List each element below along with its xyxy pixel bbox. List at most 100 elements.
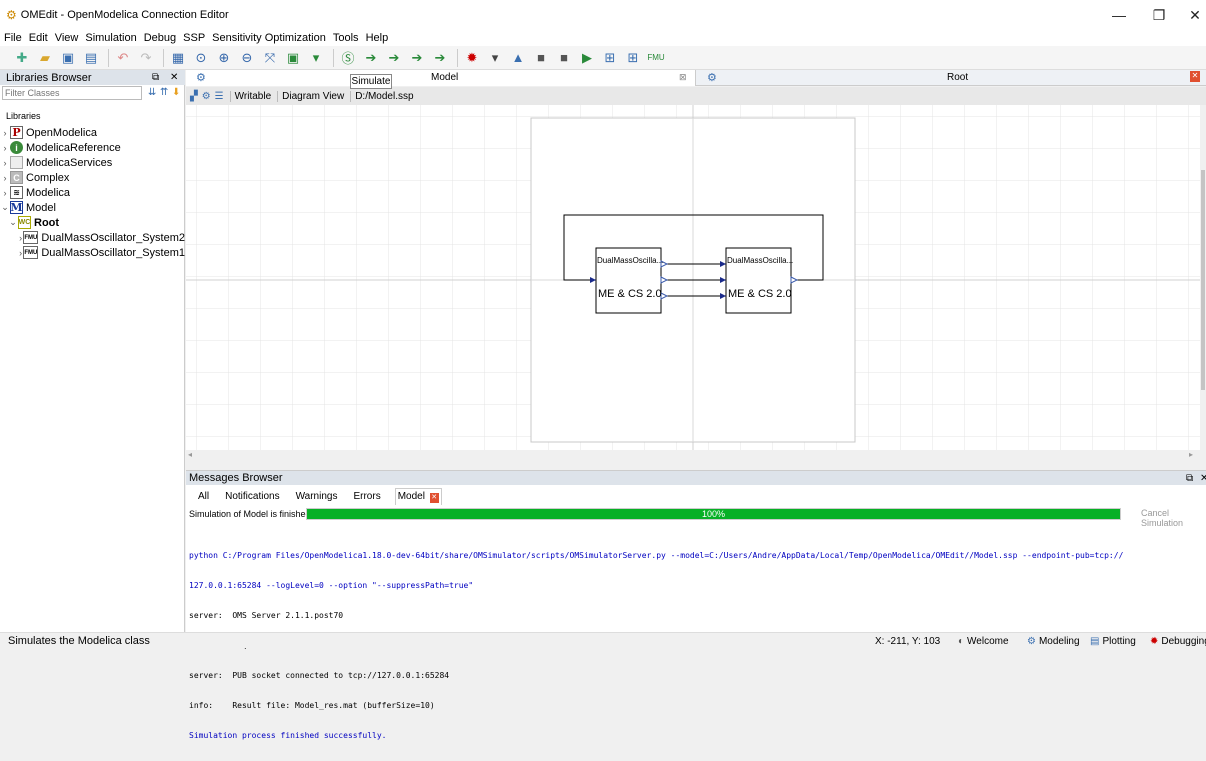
save-icon[interactable]: ▣ [58,48,78,68]
chevron-down-icon[interactable]: ⌄ [0,202,10,213]
tab-root[interactable]: ⚙ Root ✕ [697,70,1206,86]
tree-item-openmodelica[interactable]: › P OpenModelica [0,125,185,140]
menu-sensitivity[interactable]: Sensitivity Optimization [212,32,326,44]
menu-tools[interactable]: Tools [333,32,359,44]
new-file-icon[interactable]: ✚ [12,48,32,68]
tab-close-icon[interactable]: ⊠ [679,72,687,83]
filter-classes-input[interactable] [2,86,142,100]
check-icon[interactable]: ▾ [306,48,326,68]
float-icon[interactable]: ⧉ [152,72,159,83]
info-icon: i [10,141,23,154]
block1-name[interactable]: DualMassOscilla... [597,256,663,265]
fmu-icon[interactable]: FMU [646,48,666,68]
tree-item-label: DualMassOscillator_System1 [41,246,185,259]
chevron-right-icon[interactable]: › [0,128,10,138]
menu-debug[interactable]: Debug [144,32,176,44]
export-icon[interactable]: ⊞ [600,48,620,68]
grid-icon[interactable]: ▦ [168,48,188,68]
perspective-plotting[interactable]: ▤ Plotting [1090,633,1136,649]
debugger-icon[interactable]: ✹ [462,48,482,68]
close-panel-icon[interactable]: ✕ [1200,473,1206,484]
zoom-in-icon[interactable]: ⊕ [214,48,234,68]
connect-mode-icon[interactable]: ▣ [283,48,303,68]
parametric-plot-icon[interactable]: ■ [554,48,574,68]
tab-notifications[interactable]: Notifications [223,489,281,504]
simulate-debug-icon[interactable]: ➔ [384,48,404,68]
dropdown-icon[interactable]: ▾ [485,48,505,68]
perspective-label: Modeling [1038,635,1080,647]
vertical-scrollbar[interactable] [1200,105,1206,450]
horizontal-scrollbar[interactable]: ◂ ▸ [186,450,1200,462]
menu-ssp[interactable]: SSP [183,32,205,44]
tree-item-system2[interactable]: › FMU DualMassOscillator_System2 [0,230,185,245]
tab-model[interactable]: ⚙ Model ⊠ [186,70,696,86]
zoom-reset-icon[interactable]: ⊙ [191,48,211,68]
expand-all-icon[interactable]: ⇊ [148,87,156,98]
tab-close-icon[interactable]: ✕ [429,492,439,503]
import-icon[interactable]: ⊞ [623,48,643,68]
menu-simulation[interactable]: Simulation [85,32,136,44]
tree-item-modelicaservices[interactable]: › ModelicaServices [0,155,185,170]
debugging-icon: ✹ [1150,635,1159,647]
libraries-title: Libraries Browser [6,71,92,84]
tree-item-modelica[interactable]: › ≋ Modelica [0,185,185,200]
tree-item-model[interactable]: ⌄ M Model [0,200,185,215]
save-all-icon[interactable]: ▤ [81,48,101,68]
simulate-transformation-icon[interactable]: ➔ [407,48,427,68]
tree-item-system1[interactable]: › FMU DualMassOscillator_System1 [0,245,185,260]
menu-help[interactable]: Help [366,32,389,44]
block2-name[interactable]: DualMassOscilla... [727,256,793,265]
close-panel-icon[interactable]: ✕ [170,72,178,83]
collapse-all-icon[interactable]: ⇈ [160,87,168,98]
chevron-right-icon[interactable]: › [0,158,10,168]
icon-view-icon[interactable]: ▞ [190,91,198,102]
tab-model-label: Model [431,72,459,83]
tab-close-icon[interactable]: ✕ [1190,71,1200,82]
zoom-out-icon[interactable]: ⊖ [237,48,257,68]
chevron-right-icon[interactable]: › [0,188,10,198]
tree-item-root[interactable]: ⌄ WC Root [0,215,185,230]
app-icon: ⚙ [6,8,17,22]
messages-tabs: All Notifications Warnings Errors Model … [186,487,1206,505]
simulation-log: python C:/Program Files/OpenModelica1.18… [189,531,1204,740]
undo-icon[interactable]: ↶ [113,48,133,68]
block1-type: ME & CS 2.0 [598,288,662,300]
diagram-canvas[interactable]: DualMassOscilla... ME & CS 2.0 DualMassO… [186,105,1200,450]
menu-edit[interactable]: Edit [29,32,48,44]
simulation-setup-icon[interactable]: Ⓢ [338,48,358,68]
menu-view[interactable]: View [55,32,79,44]
chevron-down-icon[interactable]: ⌄ [8,217,18,228]
menu-file[interactable]: File [4,32,22,44]
text-view-icon[interactable]: ☰ [215,91,224,102]
new-plot-icon[interactable]: ▶ [577,48,597,68]
perspective-welcome[interactable]: ◐ Welcome [958,633,1009,649]
cancel-simulation-button[interactable]: Cancel Simulation [1141,508,1206,528]
chevron-right-icon[interactable]: › [0,143,10,153]
simulation-status: Simulation of Model is finished. [189,509,314,519]
diagram-view-icon[interactable]: ⚙ [202,91,211,102]
tab-model[interactable]: Model ✕ [394,487,442,505]
tab-errors[interactable]: Errors [351,489,382,504]
open-folder-icon[interactable]: ▰ [35,48,55,68]
tree-item-complex[interactable]: › C Complex [0,170,185,185]
tree-item-modelicareference[interactable]: › i ModelicaReference [0,140,185,155]
perspective-modeling[interactable]: ⚙ Modeling [1027,633,1080,649]
simulate-algorithmic-icon[interactable]: ➔ [430,48,450,68]
plot-icon[interactable]: ■ [531,48,551,68]
redo-icon[interactable]: ↷ [136,48,156,68]
tab-all[interactable]: All [196,489,211,504]
fit-icon[interactable]: ⤧ [260,48,280,68]
sort-icon[interactable]: ⬇ [172,87,180,98]
perspective-debugging[interactable]: ✹ Debugging [1150,633,1206,649]
progress-fill: 100% [307,509,1120,519]
chevron-right-icon[interactable]: › [0,173,10,183]
tab-warnings[interactable]: Warnings [294,489,340,504]
model-icon: ⚙ [707,72,717,84]
fmu-icon: FMU [23,231,39,244]
simulate-icon[interactable]: ➔ [361,48,381,68]
tree-item-label: OpenModelica [26,126,97,139]
main-toolbar: ✚ ▰ ▣ ▤ ↶ ↷ ▦ ⊙ ⊕ ⊖ ⤧ ▣ ▾ Ⓢ ➔ ➔ ➔ ➔ ✹ ▾ … [0,46,1206,70]
float-icon[interactable]: ⧉ [1186,473,1193,484]
plugin-icon[interactable]: ▲ [508,48,528,68]
close-button[interactable]: ✕ [1172,0,1206,30]
